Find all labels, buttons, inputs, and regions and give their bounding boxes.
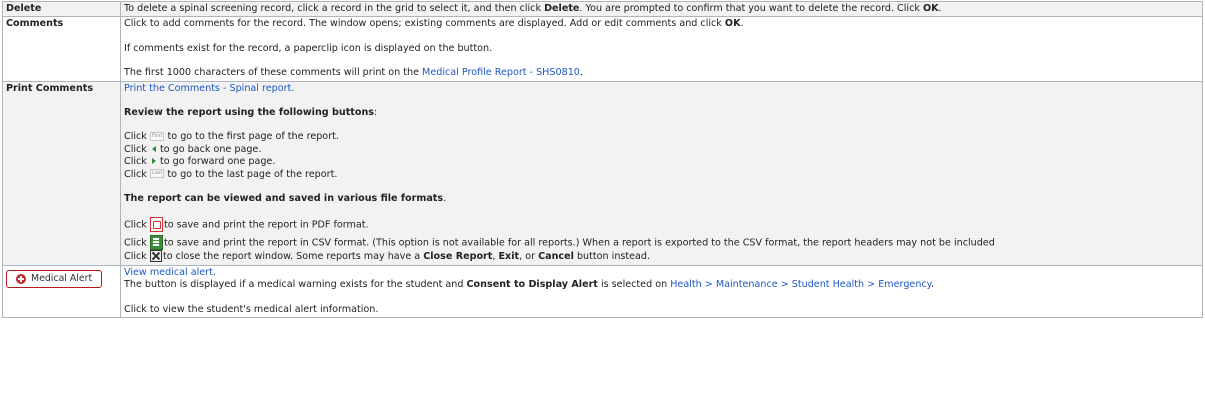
label-medical-alert: Medical Alert xyxy=(2,264,121,319)
desc-print-comments: Print the Comments - Spinal report. Revi… xyxy=(120,80,1203,266)
desc-delete: To delete a spinal screening record, cli… xyxy=(120,0,1203,18)
close-report-icon xyxy=(149,250,162,263)
plus-circle-icon xyxy=(16,274,26,285)
row-delete: Delete To delete a spinal screening reco… xyxy=(2,0,1203,18)
medical-alert-button[interactable]: Medical Alert xyxy=(6,269,103,289)
label-comments: Comments xyxy=(2,16,121,82)
pdf-icon xyxy=(149,217,163,233)
health-emergency-link[interactable]: Health > Maintenance > Student Health > … xyxy=(670,279,931,290)
label-delete: Delete xyxy=(2,0,121,18)
first-page-icon: First xyxy=(149,131,165,141)
csv-icon xyxy=(149,235,163,251)
next-page-icon xyxy=(151,158,156,165)
desc-comments: Click to add comments for the record. Th… xyxy=(120,16,1203,82)
desc-medical-alert: View medical alert. The button is displa… xyxy=(120,264,1203,319)
last-page-icon: Last xyxy=(149,169,165,179)
previous-page-icon xyxy=(151,145,156,152)
row-comments: Comments Click to add comments for the r… xyxy=(2,16,1203,82)
view-medical-alert-link[interactable]: View medical alert. xyxy=(124,267,216,278)
medical-profile-report-link[interactable]: Medical Profile Report - SHS0810 xyxy=(422,67,580,78)
row-medical-alert: Medical Alert View medical alert. The bu… xyxy=(2,264,1203,319)
help-table: Delete To delete a spinal screening reco… xyxy=(2,0,1203,319)
print-comments-report-link[interactable]: Print the Comments - Spinal report. xyxy=(124,83,294,94)
row-print-comments: Print Comments Print the Comments - Spin… xyxy=(2,80,1203,266)
label-print-comments: Print Comments xyxy=(2,80,121,266)
